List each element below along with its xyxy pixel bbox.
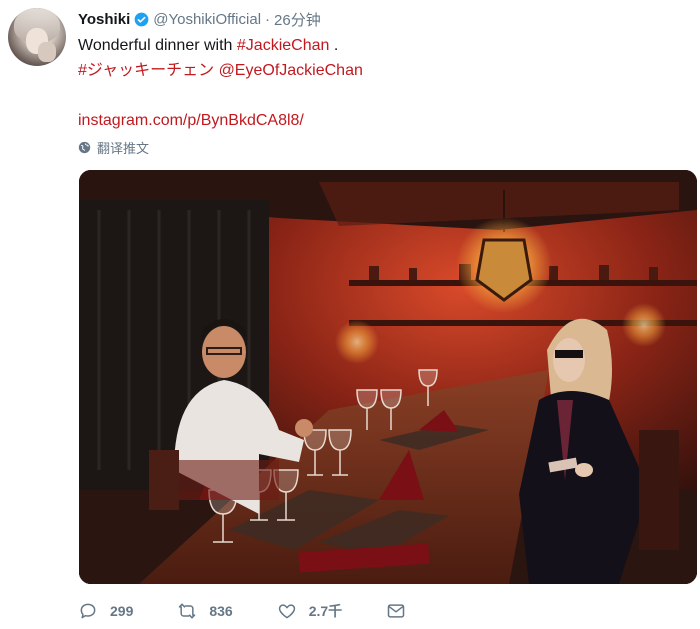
reply-count: 299 bbox=[110, 603, 134, 619]
direct-message-button[interactable] bbox=[386, 601, 418, 621]
like-count: 2.7千 bbox=[308, 603, 343, 619]
instagram-link[interactable]: instagram.com/p/BynBkdCA8l8/ bbox=[78, 112, 304, 129]
globe-icon bbox=[78, 141, 91, 153]
tweet: Yoshiki @YoshikiOfficial · 26分钟 Wonderfu… bbox=[0, 0, 700, 629]
hashtag-jackie-chan-katakana[interactable]: #ジャッキーチェン bbox=[78, 62, 214, 79]
tweet-timestamp[interactable]: 26分钟 bbox=[274, 9, 321, 30]
tweet-text: Wonderful dinner with #JackieChan . #ジャッ… bbox=[78, 33, 678, 133]
meta-separator: · bbox=[265, 10, 271, 28]
reply-button[interactable]: 299 bbox=[78, 601, 133, 621]
retweet-button[interactable]: 836 bbox=[177, 601, 233, 621]
avatar-hand bbox=[38, 42, 56, 62]
dinner-photo-illustration bbox=[79, 170, 697, 584]
direct-message-icon bbox=[387, 604, 405, 618]
like-icon bbox=[278, 604, 295, 619]
retweet-count: 836 bbox=[209, 603, 233, 619]
reply-icon bbox=[80, 603, 96, 619]
retweet-icon bbox=[179, 603, 196, 619]
hashtag-jackiechan[interactable]: #JackieChan bbox=[237, 37, 330, 54]
author-name[interactable]: Yoshiki bbox=[78, 11, 130, 28]
tweet-actions: 299 836 2.7千 bbox=[78, 598, 462, 624]
translate-tweet[interactable]: 翻译推文 bbox=[78, 138, 149, 156]
tweet-text-suffix: . bbox=[329, 37, 339, 54]
author-handle[interactable]: @YoshikiOfficial bbox=[153, 11, 261, 28]
tweet-header: Yoshiki @YoshikiOfficial · 26分钟 bbox=[78, 8, 321, 30]
tweet-text-line-2: #ジャッキーチェン @EyeOfJackieChan bbox=[78, 58, 678, 83]
tweet-text-line-1: Wonderful dinner with #JackieChan . bbox=[78, 33, 678, 58]
like-button[interactable]: 2.7千 bbox=[277, 601, 342, 621]
tweet-text-line-3: instagram.com/p/BynBkdCA8l8/ bbox=[78, 108, 678, 133]
avatar[interactable] bbox=[8, 8, 66, 66]
tweet-text-prefix: Wonderful dinner with bbox=[78, 37, 237, 54]
verified-badge-icon bbox=[134, 12, 149, 26]
tweet-photo[interactable] bbox=[79, 170, 697, 584]
translate-label[interactable]: 翻译推文 bbox=[97, 138, 149, 157]
mention-eyeofjackiechan[interactable]: @EyeOfJackieChan bbox=[219, 62, 363, 79]
